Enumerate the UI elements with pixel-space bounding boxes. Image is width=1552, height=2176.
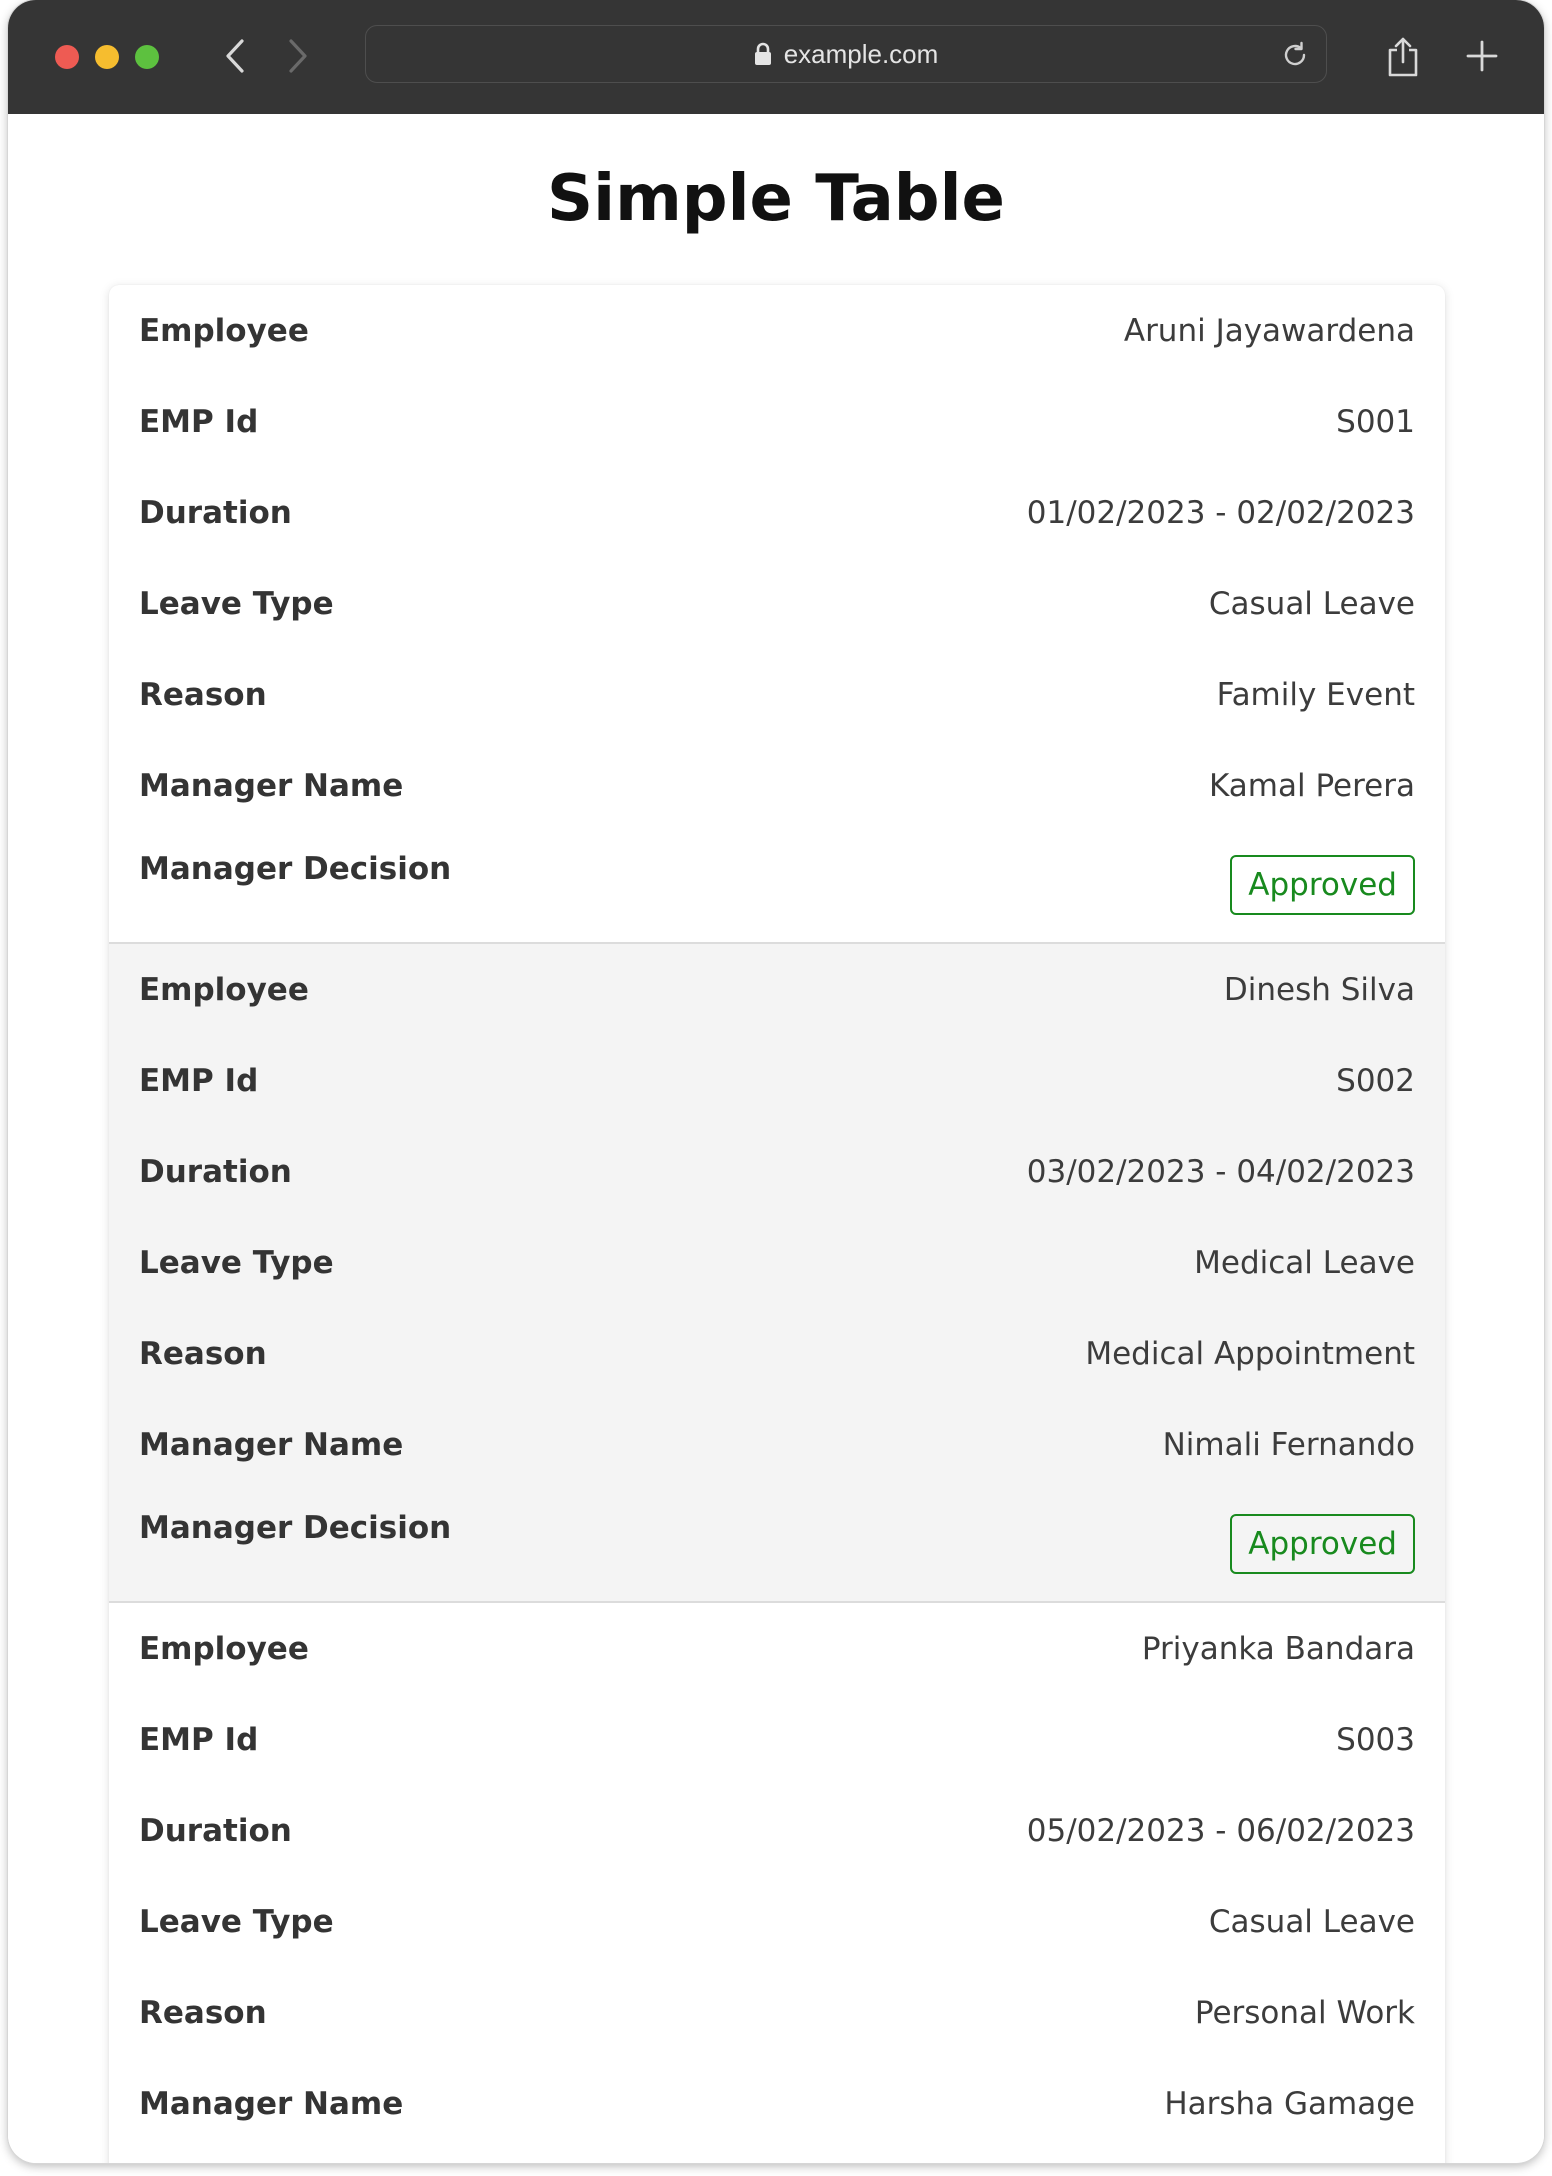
field-leave-type: Leave Type Casual Leave [109,558,1445,649]
field-label: Leave Type [139,1244,334,1281]
field-employee: Employee Dinesh Silva [109,944,1445,1035]
maximize-window-button[interactable] [135,45,159,69]
chevron-right-icon [289,39,307,73]
share-button[interactable] [1381,33,1425,81]
field-label: Manager Name [139,1426,404,1463]
page-content: Simple Table Employee Aruni Jayawardena … [8,114,1544,2163]
field-label: Manager Name [139,2085,404,2122]
field-value: Aruni Jayawardena [1123,312,1415,349]
field-value: 03/02/2023 - 04/02/2023 [1026,1153,1415,1190]
field-reason: Reason Family Event [109,649,1445,740]
field-value: 01/02/2023 - 02/02/2023 [1026,494,1415,531]
new-tab-button[interactable] [1460,34,1504,78]
field-value: Family Event [1216,676,1415,713]
page-title: Simple Table [547,162,1005,236]
field-value: 05/02/2023 - 06/02/2023 [1026,1812,1415,1849]
forward-button[interactable] [278,36,318,76]
field-label: Manager Name [139,767,404,804]
field-label: Duration [139,1153,292,1190]
url-text: example.com [783,38,939,69]
back-button[interactable] [215,36,255,76]
field-leave-type: Leave Type Casual Leave [109,1876,1445,1967]
leave-table: Employee Aruni Jayawardena EMP Id S001 D… [109,285,1445,2163]
status-badge[interactable]: Approved [1230,1514,1415,1574]
field-label: EMP Id [139,403,259,440]
field-label: Employee [139,312,309,349]
field-label: Duration [139,494,292,531]
field-label: EMP Id [139,1721,259,1758]
table-row: Employee Aruni Jayawardena EMP Id S001 D… [109,285,1445,944]
close-window-button[interactable] [55,45,79,69]
field-label: Leave Type [139,585,334,622]
field-value: Harsha Gamage [1164,2085,1415,2122]
field-manager-name: Manager Name Kamal Perera [109,740,1445,831]
field-label: Manager Decision [139,851,452,887]
field-label: Duration [139,1812,292,1849]
field-label: Reason [139,676,267,713]
browser-window: example.com Simple Table Employee Aruni … [8,0,1544,2163]
minimize-window-button[interactable] [95,45,119,69]
field-label: Manager Decision [139,1510,452,1546]
field-value: Medical Leave [1194,1244,1415,1281]
field-value: Personal Work [1194,1994,1415,2031]
field-reason: Reason Medical Appointment [109,1308,1445,1399]
field-label: Employee [139,1630,309,1667]
field-duration: Duration 03/02/2023 - 04/02/2023 [109,1126,1445,1217]
field-duration: Duration 05/02/2023 - 06/02/2023 [109,1785,1445,1876]
field-label: Employee [139,971,309,1008]
field-manager-name: Manager Name Nimali Fernando [109,1399,1445,1490]
field-employee: Employee Priyanka Bandara [109,1603,1445,1694]
field-employee: Employee Aruni Jayawardena [109,285,1445,376]
field-duration: Duration 01/02/2023 - 02/02/2023 [109,467,1445,558]
field-value: Dinesh Silva [1223,971,1415,1008]
share-icon [1388,37,1418,77]
field-value: Medical Appointment [1085,1335,1415,1372]
field-value: Casual Leave [1208,585,1415,622]
field-value: S003 [1336,1721,1415,1758]
field-emp-id: EMP Id S001 [109,376,1445,467]
plus-icon [1466,40,1498,72]
field-manager-decision: Manager Decision Approved [109,831,1445,922]
field-reason: Reason Personal Work [109,1967,1445,2058]
field-label: Reason [139,1994,267,2031]
field-label: EMP Id [139,1062,259,1099]
field-manager-name: Manager Name Harsha Gamage [109,2058,1445,2149]
field-emp-id: EMP Id S003 [109,1694,1445,1785]
status-badge[interactable]: Approved [1230,855,1415,915]
reload-icon [1284,41,1306,66]
field-manager-decision: Manager Decision Approved [109,1490,1445,1581]
field-label: Leave Type [139,1903,334,1940]
field-emp-id: EMP Id S002 [109,1035,1445,1126]
table-row: Employee Dinesh Silva EMP Id S002 Durati… [109,944,1445,1603]
field-label: Reason [139,1335,267,1372]
field-value: Priyanka Bandara [1141,1630,1415,1667]
browser-toolbar: example.com [8,0,1544,114]
field-value: Nimali Fernando [1162,1426,1415,1463]
reload-button[interactable] [1278,38,1312,72]
table-row: Employee Priyanka Bandara EMP Id S003 Du… [109,1603,1445,2163]
field-value: S001 [1336,403,1415,440]
address-bar[interactable]: example.com [365,25,1327,83]
chevron-left-icon [226,39,244,73]
field-leave-type: Leave Type Medical Leave [109,1217,1445,1308]
lock-icon [754,42,771,65]
field-value: Casual Leave [1208,1903,1415,1940]
field-value: Kamal Perera [1209,767,1415,804]
field-value: S002 [1336,1062,1415,1099]
